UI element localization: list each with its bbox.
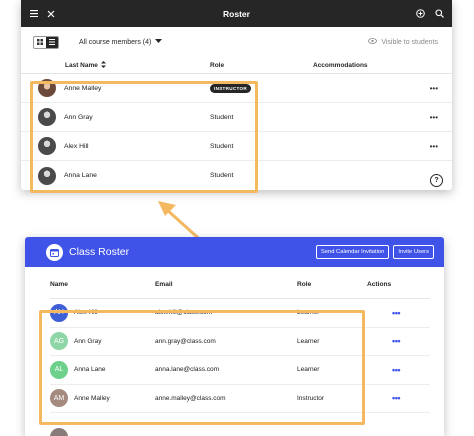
member-name: Anna Lane: [74, 366, 106, 374]
member-name: Ann Gray: [74, 337, 102, 345]
new-roster-window: Class Roster Send Calendar Invitation In…: [25, 237, 444, 436]
member-role: Learner: [297, 309, 320, 317]
avatar: AM: [50, 389, 68, 408]
member-email: alex.hill@class.com: [155, 309, 213, 317]
new-roster-header: Class Roster Send Calendar Invitation In…: [25, 237, 444, 267]
avatar: AG: [50, 332, 68, 351]
actions-header: Actions: [367, 280, 392, 288]
new-roster-title: Class Roster: [69, 246, 130, 258]
send-calendar-invitation-button[interactable]: Send Calendar Invitation: [315, 245, 390, 259]
invite-users-button[interactable]: Invite Users: [393, 245, 434, 259]
avatar: [50, 428, 68, 436]
member-email: anne.malley@class.com: [155, 394, 226, 402]
new-table-header: Name Email Role Actions: [25, 270, 444, 298]
row-actions-icon[interactable]: •••: [392, 336, 400, 346]
member-role: Instructor: [297, 394, 325, 402]
member-name: Anne Malley: [74, 394, 110, 402]
member-email: anna.lane@class.com: [155, 366, 220, 374]
member-name: Alex Hill: [74, 309, 98, 317]
member-email: ann.gray@class.com: [155, 337, 216, 345]
table-row[interactable]: AH Alex Hill alex.hill@class.com Learner…: [50, 299, 430, 328]
avatar: AL: [50, 360, 68, 379]
name-header: Name: [50, 280, 68, 288]
row-actions-icon[interactable]: •••: [392, 393, 400, 403]
role-header: Role: [297, 280, 312, 288]
avatar: AH: [50, 303, 68, 322]
email-header: Email: [155, 280, 173, 288]
table-row[interactable]: AG Ann Gray ann.gray@class.com Learner •…: [50, 328, 430, 356]
row-actions-icon[interactable]: •••: [392, 365, 400, 375]
row-actions-icon[interactable]: •••: [392, 308, 400, 318]
member-role: Learner: [297, 337, 320, 345]
calendar-app-icon: [46, 243, 63, 261]
table-row[interactable]: AM Anne Malley anne.malley@class.com Ins…: [50, 385, 430, 413]
table-row[interactable]: AL Anna Lane anna.lane@class.com Learner…: [50, 356, 430, 385]
member-role: Learner: [297, 366, 320, 374]
